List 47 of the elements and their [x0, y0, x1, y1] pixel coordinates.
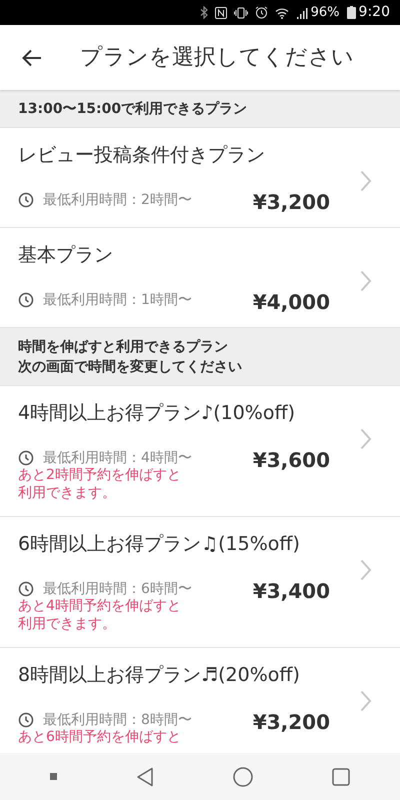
clock-icon: [18, 450, 34, 466]
signal-icon: [296, 6, 308, 18]
extension-note: 利用できます。: [18, 615, 116, 633]
plan-name: 基本プラン: [18, 243, 114, 268]
plan-price: ¥3,200: [252, 712, 330, 732]
extension-note: あと2時間予約を伸ばすと: [18, 466, 181, 484]
alarm-icon: [254, 6, 268, 19]
plan-name: 6時間以上お得プラン♫(15%off): [18, 532, 301, 557]
plan-price: ¥3,600: [252, 450, 330, 470]
chevron-right-icon: [360, 559, 372, 581]
vibrate-icon: [234, 6, 248, 18]
chevron-right-icon: [360, 270, 372, 292]
chevron-right-icon: [360, 428, 372, 450]
plan-price: ¥3,200: [252, 192, 330, 212]
clock-time: 9:20: [358, 3, 390, 22]
chevron-right-icon: [360, 170, 372, 192]
battery-icon: [346, 6, 356, 19]
extension-note: あと6時間予約を伸ばすと: [18, 728, 181, 746]
minimum-time: 最低利用時間：2時間〜: [43, 190, 192, 210]
section-header-text: 時間を伸ばすと利用できるプラン: [18, 338, 228, 357]
plan-price: ¥4,000: [252, 292, 330, 312]
section-header-text: 13:00〜15:00で利用できるプラン: [18, 100, 248, 119]
back-arrow-icon: [22, 48, 42, 66]
plan-name: 4時間以上お得プラン♪(10%off): [18, 401, 296, 426]
clock-icon: [18, 192, 34, 208]
clock-icon: [18, 712, 34, 728]
screen-title: プランを選択してください: [80, 44, 354, 72]
minimum-time: 最低利用時間：8時間〜: [43, 710, 192, 730]
battery-percent: 96%: [310, 4, 340, 22]
plan-price: ¥3,400: [252, 581, 330, 601]
bluetooth-icon: [200, 6, 208, 19]
home-circle-icon[interactable]: [233, 766, 254, 786]
minimum-time: 最低利用時間：4時間〜: [43, 448, 192, 468]
clock-icon: [18, 292, 34, 308]
nfc-icon: [214, 6, 227, 18]
chevron-right-icon: [360, 690, 372, 712]
minimum-time: 最低利用時間：6時間〜: [43, 580, 192, 598]
wifi-icon: [274, 6, 289, 18]
extension-note: あと4時間予約を伸ばすと: [18, 597, 181, 615]
plan-name: レビュー投稿条件付きプラン: [18, 143, 266, 168]
extension-note: 利用できます。: [18, 484, 116, 502]
section-header-text: 次の画面で時間を変更してください: [18, 358, 242, 377]
square-icon[interactable]: [332, 768, 350, 786]
minimum-time: 最低利用時間：1時間〜: [43, 290, 192, 310]
plan-name: 8時間以上お得プラン♬(20%off): [18, 663, 301, 688]
clock-icon: [18, 581, 34, 597]
back-triangle-icon[interactable]: [136, 766, 154, 786]
